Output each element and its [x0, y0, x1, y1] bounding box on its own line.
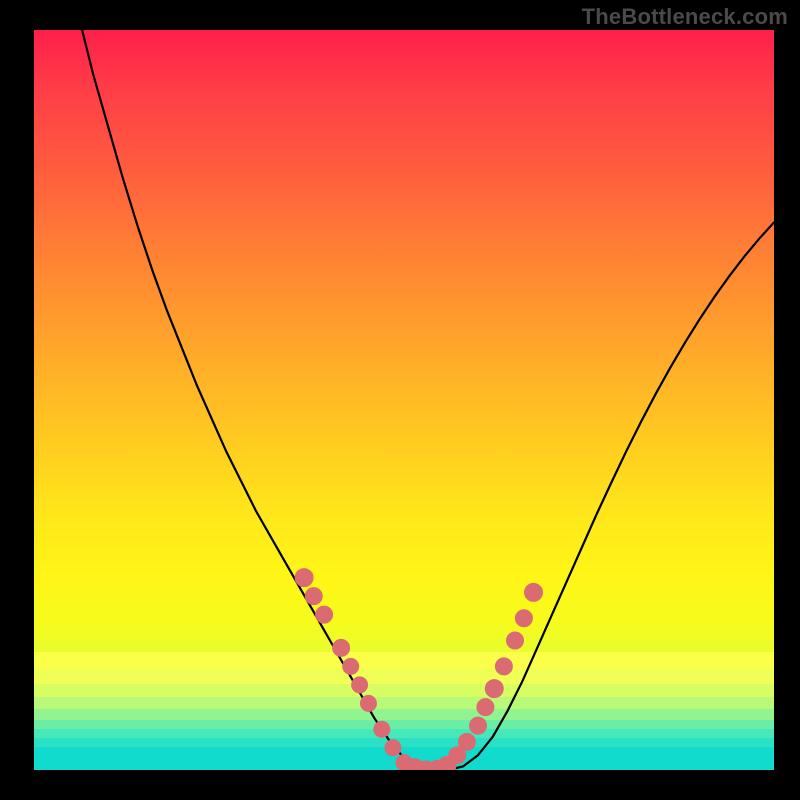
chart-frame: TheBottleneck.com [0, 0, 800, 800]
data-point-marker [360, 695, 376, 711]
watermark-text: TheBottleneck.com [582, 4, 788, 30]
bottleneck-curve [34, 30, 774, 770]
data-point-marker [495, 658, 512, 675]
chart-svg [34, 30, 774, 770]
data-point-marker [507, 632, 524, 649]
marker-group [295, 569, 542, 770]
data-point-marker [515, 610, 532, 627]
plot-area [34, 30, 774, 770]
data-point-marker [477, 699, 494, 716]
data-point-marker [485, 680, 503, 698]
data-point-marker [305, 588, 322, 605]
data-point-marker [385, 740, 401, 756]
data-point-marker [525, 583, 543, 601]
data-point-marker [343, 658, 359, 674]
data-point-marker [470, 717, 487, 734]
data-point-marker [374, 721, 390, 737]
data-point-marker [295, 569, 313, 587]
data-point-marker [333, 639, 350, 656]
data-point-marker [458, 733, 475, 750]
data-point-marker [352, 677, 368, 693]
data-point-marker [316, 606, 333, 623]
